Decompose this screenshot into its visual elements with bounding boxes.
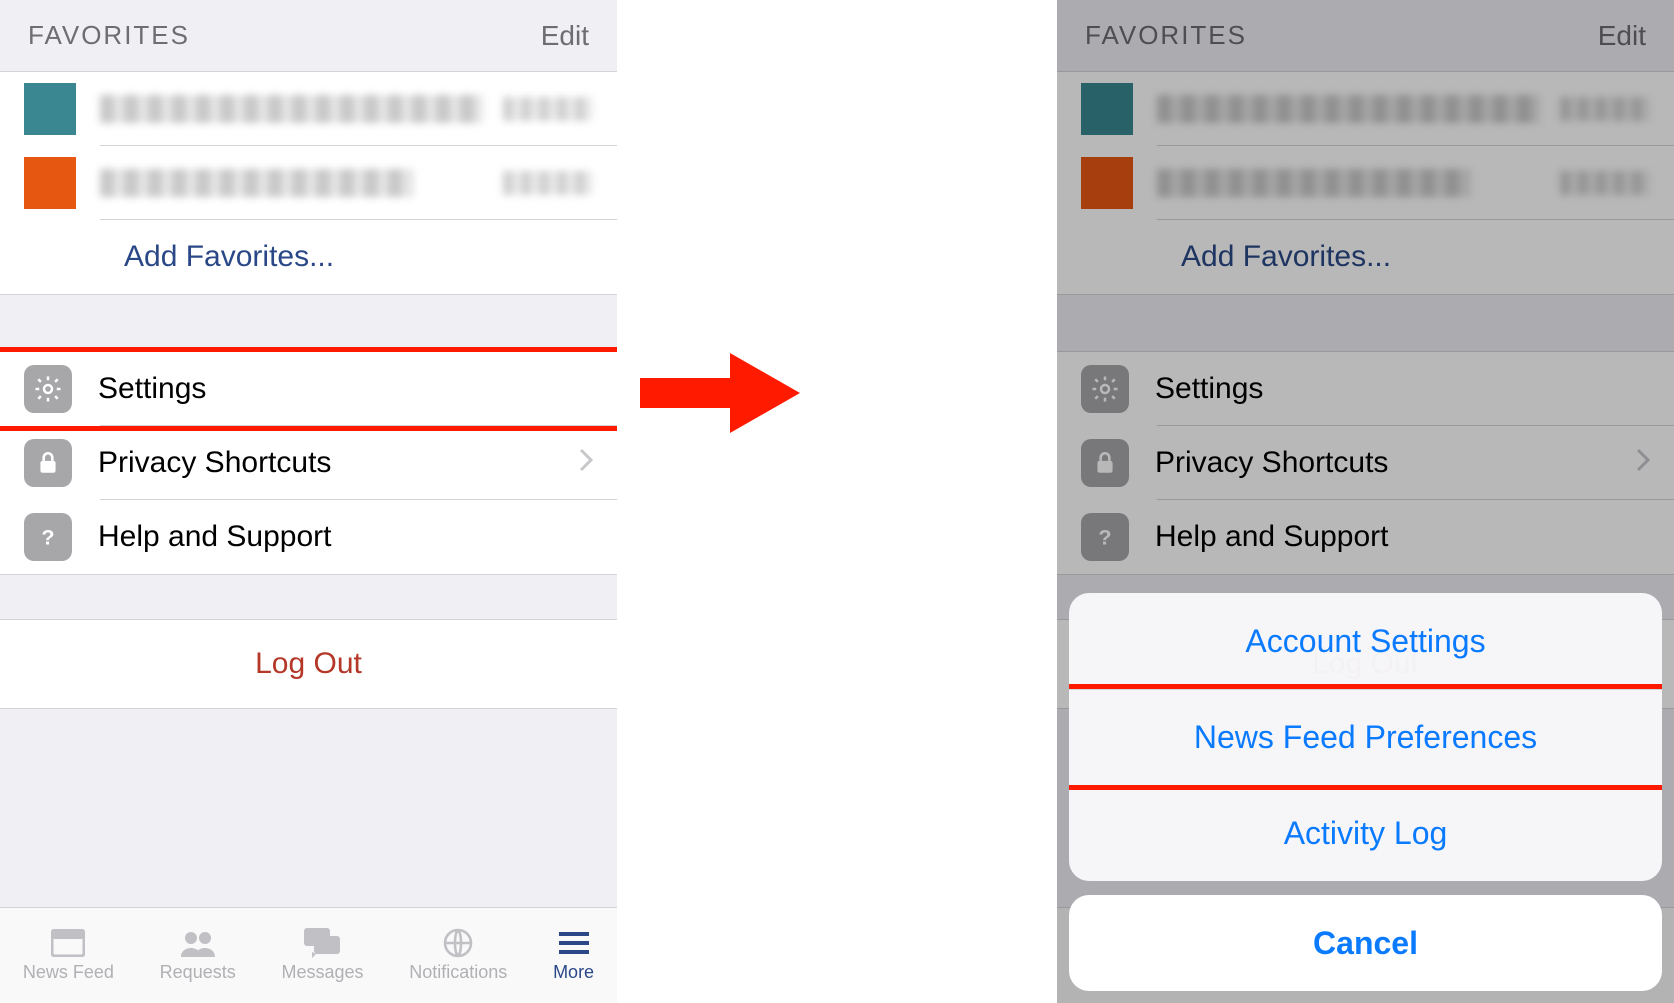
- gap-area: [617, 0, 1057, 1003]
- favorites-list: Add Favorites...: [0, 72, 617, 295]
- tab-requests[interactable]: Requests: [160, 928, 236, 983]
- chevron-right-icon: [579, 447, 593, 479]
- activity-log-button[interactable]: Activity Log: [1069, 785, 1662, 881]
- tab-bar: News Feed Requests Messages Notification…: [0, 907, 617, 1003]
- privacy-shortcuts-row[interactable]: Privacy Shortcuts: [0, 426, 617, 500]
- requests-icon: [179, 928, 217, 958]
- favorite-row[interactable]: [0, 72, 617, 146]
- help-support-label: Help and Support: [98, 520, 593, 554]
- tab-news-feed[interactable]: News Feed: [23, 928, 114, 983]
- privacy-shortcuts-label: Privacy Shortcuts: [98, 446, 579, 480]
- gear-icon: [24, 365, 72, 413]
- tab-messages[interactable]: Messages: [281, 928, 363, 983]
- settings-label: Settings: [98, 372, 593, 406]
- add-favorites-label: Add Favorites...: [24, 240, 334, 274]
- question-icon: ?: [24, 513, 72, 561]
- help-support-row[interactable]: ? Help and Support: [0, 500, 617, 574]
- favorites-title: FAVORITES: [28, 20, 190, 51]
- favorite-meta-redacted: [503, 171, 593, 195]
- log-out-row[interactable]: Log Out: [0, 619, 617, 709]
- tab-label: News Feed: [23, 962, 114, 983]
- favorite-meta-redacted: [503, 97, 593, 121]
- cancel-button[interactable]: Cancel: [1069, 895, 1662, 991]
- news-feed-preferences-button[interactable]: News Feed Preferences: [1069, 689, 1662, 785]
- account-settings-label: Account Settings: [1245, 623, 1485, 660]
- globe-icon: [439, 928, 477, 958]
- tab-label: Requests: [160, 962, 236, 983]
- tab-label: Messages: [281, 962, 363, 983]
- favorite-avatar: [24, 83, 76, 135]
- messages-icon: [303, 928, 341, 958]
- favorite-name-redacted: [100, 169, 413, 197]
- tab-more[interactable]: More: [553, 928, 594, 983]
- settings-list: Settings Privacy Shortcuts ? Help a: [0, 351, 617, 575]
- screen-left: FAVORITES Edit Add Favorites...: [0, 0, 617, 1003]
- tab-label: More: [553, 962, 594, 983]
- favorite-avatar: [24, 157, 76, 209]
- activity-log-label: Activity Log: [1284, 815, 1448, 852]
- favorites-edit-button[interactable]: Edit: [541, 20, 589, 52]
- favorite-name-redacted: [100, 95, 483, 123]
- hamburger-icon: [555, 928, 593, 958]
- log-out-label: Log Out: [255, 647, 362, 681]
- screen-right: FAVORITES Edit Add Favorites...: [1057, 0, 1674, 1003]
- lock-icon: [24, 439, 72, 487]
- favorites-header: FAVORITES Edit: [0, 0, 617, 72]
- tab-label: Notifications: [409, 962, 507, 983]
- tab-notifications[interactable]: Notifications: [409, 928, 507, 983]
- favorite-row[interactable]: [0, 146, 617, 220]
- cancel-label: Cancel: [1313, 925, 1418, 962]
- action-sheet: Account Settings News Feed Preferences A…: [1069, 593, 1662, 991]
- add-favorites-row[interactable]: Add Favorites...: [0, 220, 617, 294]
- arrow-icon: [640, 348, 800, 438]
- news-feed-icon: [49, 928, 87, 958]
- settings-row[interactable]: Settings: [0, 352, 617, 426]
- news-feed-preferences-label: News Feed Preferences: [1194, 719, 1537, 756]
- account-settings-button[interactable]: Account Settings: [1069, 593, 1662, 689]
- svg-text:?: ?: [41, 525, 54, 550]
- action-sheet-group: Account Settings News Feed Preferences A…: [1069, 593, 1662, 881]
